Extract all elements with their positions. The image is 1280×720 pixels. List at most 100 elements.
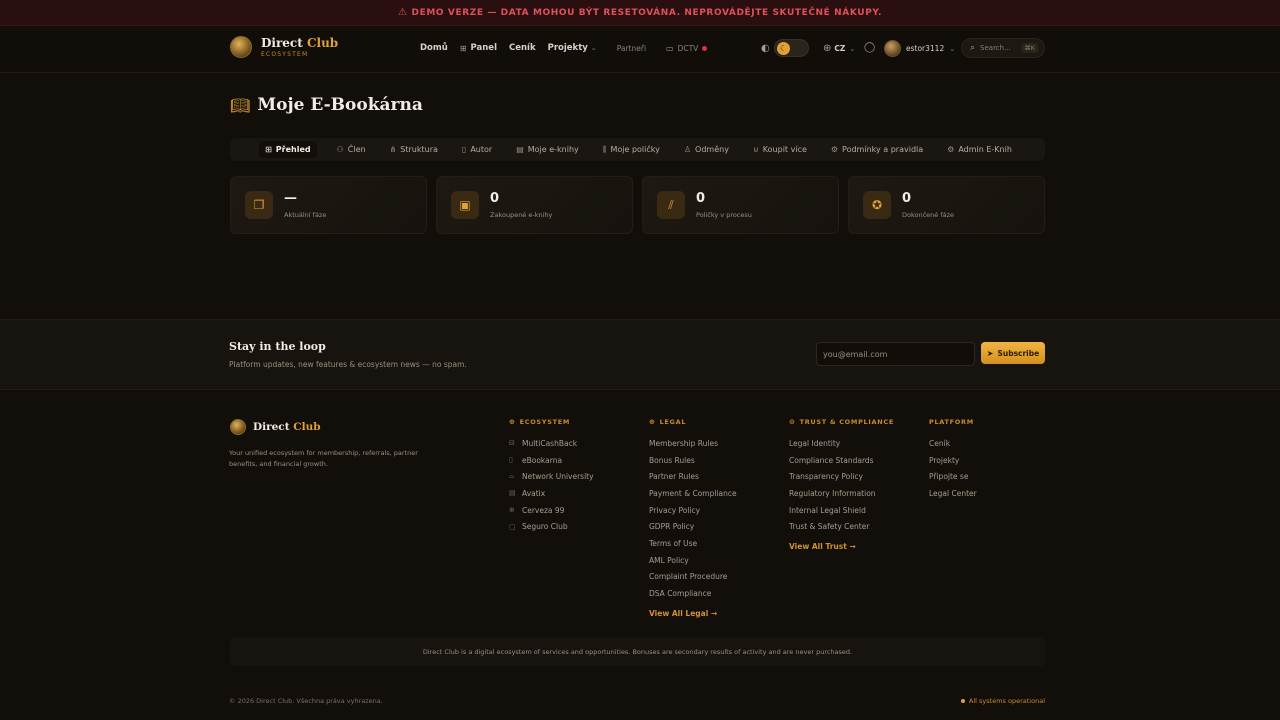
book-icon: ▯ xyxy=(461,145,467,154)
footer-link[interactable]: AML Policy xyxy=(649,552,737,569)
language-selector[interactable]: ⊕ CZ ⌄ xyxy=(823,43,855,54)
footer-link[interactable]: Compliance Standards xyxy=(789,452,894,469)
nav-pricing[interactable]: Ceník xyxy=(509,43,536,53)
open-book-icon: 📖︎ xyxy=(230,95,251,115)
email-field[interactable] xyxy=(816,342,975,366)
cart-icon: ⊍ xyxy=(752,145,759,154)
shelf-icon: ⫼ xyxy=(602,144,607,154)
book-icon: ▣ xyxy=(451,191,479,219)
footer-link[interactable]: Partner Rules xyxy=(649,468,737,485)
stat-card-purchased-ebooks: ▣ 0 Zakoupené e-knihy xyxy=(436,176,633,234)
subscribe-button[interactable]: ➤ Subscribe xyxy=(981,342,1045,364)
stat-value: 0 xyxy=(902,190,912,206)
network-icon: ⋔ xyxy=(389,145,397,154)
footer-link[interactable]: Complaint Procedure xyxy=(649,569,737,586)
footer-link[interactable]: Ceník xyxy=(929,435,977,452)
demo-banner: ⚠ DEMO VERZE — DATA MOHOU BÝT RESETOVÁNA… xyxy=(0,0,1280,26)
username: estor3112 xyxy=(906,44,945,53)
footer-disclaimer: Direct Club is a digital ecosystem of se… xyxy=(230,637,1045,666)
tab-admin[interactable]: ⚙ Admin E-Knih xyxy=(943,141,1016,158)
footer-col-legal: ⊕ LEGAL Membership Rules Bonus Rules Part… xyxy=(649,418,737,622)
tv-icon: ▭ xyxy=(666,43,674,53)
footer-link[interactable]: Terms of Use xyxy=(649,535,737,552)
footer-link[interactable]: Projekty xyxy=(929,452,977,469)
shield-check-icon: ⊙ xyxy=(789,418,796,426)
shield-icon: ▢ xyxy=(509,522,516,531)
chevron-down-icon: ⌄ xyxy=(949,44,956,53)
users-icon: ⚇ xyxy=(336,145,344,154)
graduation-icon: ⌓ xyxy=(509,472,515,481)
avatar-icon: ▤ xyxy=(509,489,516,498)
tab-terms[interactable]: ⚙ Podmínky a pravidla xyxy=(827,141,927,158)
theme-toggle[interactable]: ☾ xyxy=(774,39,809,57)
search-input[interactable]: ⌕ Search... ⌘K xyxy=(961,38,1045,58)
warning-triangle-icon: ⚠ xyxy=(397,7,408,18)
footer-col-ecosystem: ⊕ ECOSYSTEM ⊟ MultiCashBack ▯ eBookarna ⌓ Ne… xyxy=(509,418,594,535)
grid-icon: ⊞ xyxy=(265,145,272,154)
header: Direct Club ECOSYSTEM Domů ⊞ Panel Ceník … xyxy=(0,26,1280,73)
footer-link[interactable]: Legal Center xyxy=(929,485,977,502)
newsletter-description: Platform updates, new features & ecosyst… xyxy=(229,360,467,369)
chevron-down-icon: ⌄ xyxy=(590,44,597,52)
tab-my-ebooks[interactable]: ▤ Moje e-knihy xyxy=(512,141,583,158)
send-icon: ➤ xyxy=(986,348,994,358)
footer-link[interactable]: Membership Rules xyxy=(649,435,737,452)
footer-link[interactable]: Trust & Safety Center xyxy=(789,518,894,535)
search-shortcut: ⌘K xyxy=(1021,43,1038,53)
newsletter-title: Stay in the loop xyxy=(229,340,326,353)
tab-overview[interactable]: ⊞ Přehled xyxy=(259,141,317,158)
footer-link[interactable]: ⊟ MultiCashBack xyxy=(509,435,594,452)
logo-coin-icon xyxy=(230,36,252,58)
tab-my-shelves[interactable]: ⫼ Moje poličky xyxy=(599,141,664,159)
open-book-icon: ❐ xyxy=(245,191,273,219)
award-icon: ♙ xyxy=(683,145,692,154)
footer-link[interactable]: ⌓ Network University xyxy=(509,468,594,485)
view-all-legal-link[interactable]: View All Legal → xyxy=(649,605,737,622)
globe-icon: ⊕ xyxy=(509,506,515,515)
tab-member[interactable]: ⚇ Člen xyxy=(333,141,370,158)
system-status[interactable]: All systems operational xyxy=(960,697,1045,705)
footer-col-platform: PLATFORM Ceník Projekty Připojte se Lega… xyxy=(929,418,977,502)
newsletter-section: Stay in the loop Platform updates, new f… xyxy=(0,319,1280,390)
footer-link[interactable]: ▤ Avatix xyxy=(509,485,594,502)
footer-link[interactable]: Payment & Compliance xyxy=(649,485,737,502)
tab-rewards[interactable]: ♙ Odměny xyxy=(680,141,733,158)
brand-logo[interactable]: Direct Club ECOSYSTEM xyxy=(230,36,338,58)
user-menu[interactable]: estor3112 ⌄ xyxy=(884,40,955,57)
nav-panel[interactable]: ⊞ Panel xyxy=(460,43,497,53)
footer-link[interactable]: ⊕ Cerveza 99 xyxy=(509,502,594,519)
chat-icon[interactable]: ◯ xyxy=(864,42,875,53)
book-icon: ▯ xyxy=(509,456,513,465)
view-all-trust-link[interactable]: View All Trust → xyxy=(789,538,894,555)
footer-link[interactable]: Privacy Policy xyxy=(649,502,737,519)
nav-projects[interactable]: Projekty ⌄ xyxy=(548,43,597,53)
palette-icon[interactable]: ◐ xyxy=(761,43,770,54)
stat-card-completed-phases: ✪ 0 Dokončené fáze xyxy=(848,176,1045,234)
live-dot-icon xyxy=(702,45,708,51)
scale-icon: ⊕ xyxy=(649,418,656,426)
tab-buy-more[interactable]: ⊍ Koupit více xyxy=(749,141,811,158)
copyright: © 2026 Direct Club. Všechna práva vyhraz… xyxy=(229,697,383,705)
footer-link[interactable]: ▢ Seguro Club xyxy=(509,518,594,535)
nav-dctv[interactable]: ▭ DCTV xyxy=(666,43,708,53)
footer-link[interactable]: Připojte se xyxy=(929,468,977,485)
footer-link[interactable]: Legal Identity xyxy=(789,435,894,452)
footer-link[interactable]: Transparency Policy xyxy=(789,468,894,485)
tab-structure[interactable]: ⋔ Struktura xyxy=(386,141,442,158)
nav-partners[interactable]: Partneři xyxy=(617,44,646,53)
brand-name: Direct Club xyxy=(261,35,339,50)
chevron-down-icon: ⌄ xyxy=(849,44,856,53)
stat-label: Zakoupené e-knihy xyxy=(490,210,553,219)
footer-link[interactable]: Regulatory Information xyxy=(789,485,894,502)
globe-icon: ⊕ xyxy=(509,418,516,426)
footer-link[interactable]: DSA Compliance xyxy=(649,585,737,602)
tab-author[interactable]: ▯ Autor xyxy=(458,141,496,158)
nav-home[interactable]: Domů xyxy=(420,43,448,53)
admin-gear-icon: ⚙ xyxy=(947,145,955,154)
footer-link[interactable]: ▯ eBookarna xyxy=(509,452,594,469)
stat-card-current-phase: ❐ — Aktuální fáze xyxy=(230,176,427,234)
footer-link[interactable]: GDPR Policy xyxy=(649,518,737,535)
footer-brand[interactable]: Direct Club xyxy=(230,419,321,435)
footer-link[interactable]: Bonus Rules xyxy=(649,452,737,469)
footer-link[interactable]: Internal Legal Shield xyxy=(789,502,894,519)
